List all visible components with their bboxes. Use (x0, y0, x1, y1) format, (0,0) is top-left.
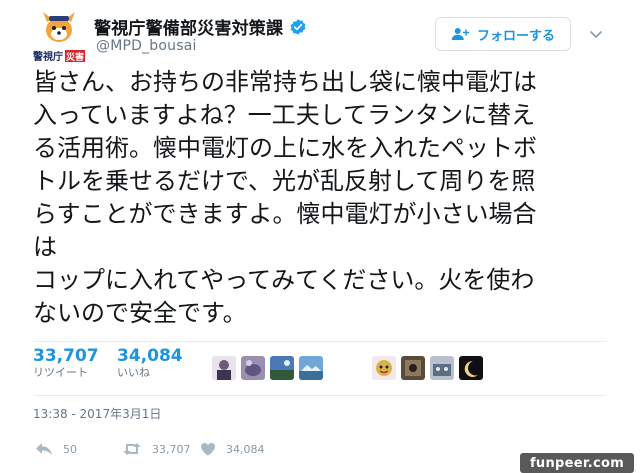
like-label: いいね (117, 366, 150, 379)
divider (33, 341, 607, 342)
liker-avatar[interactable] (401, 356, 425, 380)
retweet-stat[interactable]: 33,707 リツイート (33, 346, 99, 380)
liker-avatar[interactable] (459, 356, 483, 380)
heart-icon (201, 443, 215, 456)
reply-button[interactable]: 50 (35, 442, 77, 456)
liker-avatar[interactable] (299, 356, 323, 380)
avatar-label: 警視庁 (32, 50, 63, 63)
liker-avatar[interactable] (241, 356, 265, 380)
reply-count: 50 (63, 442, 77, 456)
avatar[interactable]: 警視庁 災害 (31, 12, 87, 64)
account-name-row: 警視庁警備部災害対策課 (94, 14, 307, 39)
retweet-action-count: 33,707 (152, 442, 191, 456)
like-count: 34,084 (117, 346, 183, 366)
like-stat[interactable]: 34,084 いいね (117, 346, 183, 380)
like-action-count: 34,084 (226, 442, 265, 456)
handle[interactable]: @MPD_bousai (96, 38, 197, 54)
liker-avatar[interactable] (212, 356, 236, 380)
liker-avatar[interactable] (372, 356, 396, 380)
add-user-icon (451, 28, 469, 40)
liker-avatar[interactable] (430, 356, 454, 380)
tweet-timestamp[interactable]: 13:38 - 2017年3月1日 (33, 405, 161, 422)
retweet-button[interactable]: 33,707 (122, 442, 191, 456)
follow-button[interactable]: フォローする (435, 17, 571, 51)
verified-badge-icon (290, 18, 306, 35)
reply-icon (36, 443, 52, 455)
retweet-label: リツイート (33, 366, 88, 379)
follow-label: フォローする (476, 28, 555, 44)
liker-avatar[interactable] (270, 356, 294, 380)
watermark: funpeer.com (520, 453, 634, 473)
display-name[interactable]: 警視庁警備部災害対策課 (94, 14, 283, 39)
likers-avatars (212, 356, 488, 380)
chevron-down-icon[interactable] (588, 26, 604, 42)
retweet-count: 33,707 (33, 346, 99, 366)
tweet-text: 皆さん、お持ちの非常持ち出し袋に懐中電灯は 入っていますよね？一工夫してランタン… (33, 68, 537, 327)
divider (33, 395, 607, 396)
retweet-icon (123, 443, 141, 455)
like-button[interactable]: 34,084 (200, 442, 265, 456)
avatar-badge: 災害 (65, 51, 84, 63)
